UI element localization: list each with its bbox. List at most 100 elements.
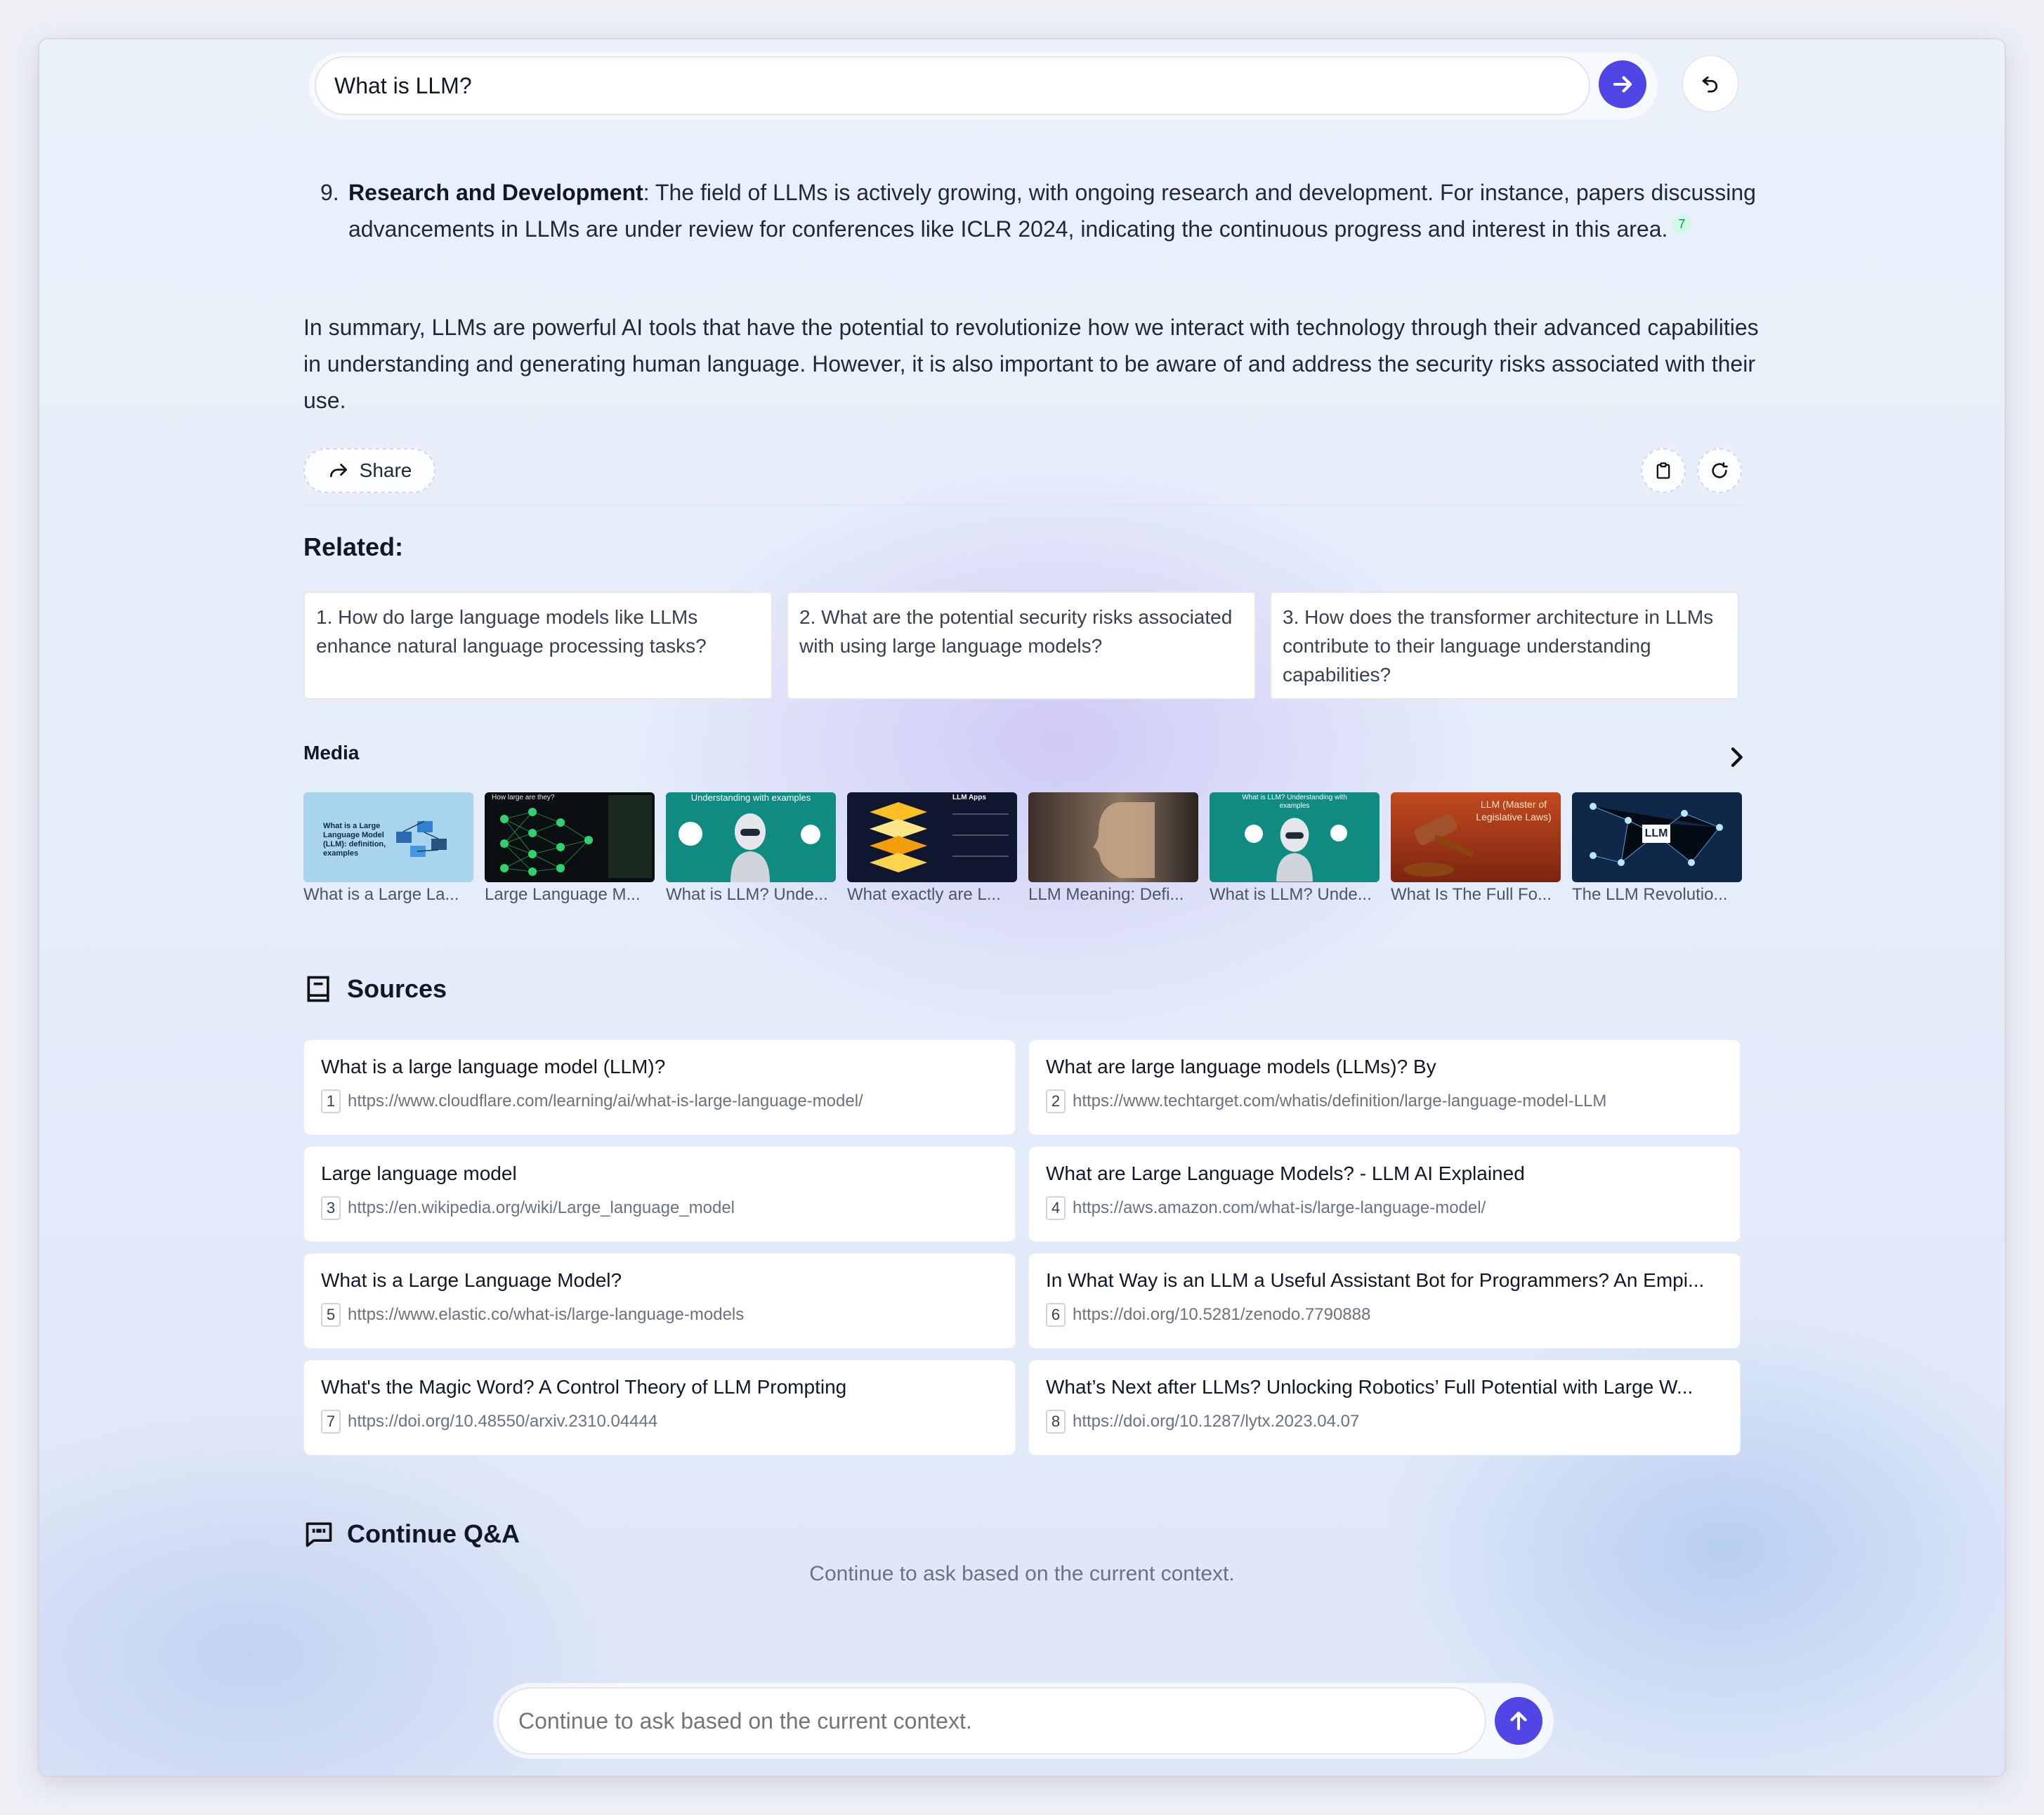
media-thumbnail[interactable]: LLM (Master of Legislative Laws) <box>1391 792 1561 882</box>
source-card-2[interactable]: What are large language models (LLMs)? B… <box>1028 1040 1741 1135</box>
media-thumbnail[interactable]: How large are they? <box>485 792 655 882</box>
reset-button[interactable] <box>1682 55 1739 112</box>
source-card-5[interactable]: What is a Large Language Model? 5 https:/… <box>303 1253 1016 1349</box>
source-url[interactable]: https://doi.org/10.5281/zenodo.7790888 <box>1073 1305 1370 1325</box>
neural-network-icon <box>500 808 593 876</box>
media-next-button[interactable] <box>1722 743 1750 771</box>
source-number: 1 <box>321 1089 341 1113</box>
media-item[interactable]: Understanding with examples What is LLM?… <box>666 792 836 905</box>
source-url[interactable]: https://www.elastic.co/what-is/large-lan… <box>348 1305 744 1325</box>
source-card-6[interactable]: In What Way is an LLM a Useful Assistant… <box>1028 1253 1741 1349</box>
list-item-heading: Research and Development <box>348 180 643 205</box>
thumb-text: What is LLM? Understanding with examples <box>1242 794 1347 810</box>
clipboard-icon <box>1656 462 1670 479</box>
media-caption: What is LLM? Unde... <box>1210 885 1372 904</box>
media-item[interactable]: How large are they? Large Language M... <box>485 792 655 905</box>
source-title: What are large language models (LLMs)? B… <box>1046 1056 1436 1077</box>
source-url[interactable]: https://www.cloudflare.com/learning/ai/w… <box>348 1092 863 1111</box>
media-item[interactable]: What is a Large Language Model (LLM): de… <box>303 792 473 905</box>
source-url[interactable]: https://en.wikipedia.org/wiki/Large_lang… <box>348 1198 735 1218</box>
robot-icon <box>1276 818 1313 882</box>
copy-button[interactable] <box>1641 448 1686 493</box>
app-window: What is LLM? 9. Research and Development… <box>39 39 2005 1776</box>
media-item[interactable]: What is LLM? Understanding with examples… <box>1210 792 1380 905</box>
source-url[interactable]: https://doi.org/10.48550/arxiv.2310.0444… <box>348 1412 657 1431</box>
source-title: What’s Next after LLMs? Unlocking Roboti… <box>1046 1376 1693 1398</box>
sources-title: Sources <box>347 974 447 1003</box>
thumb-text: LLM Apps <box>952 794 986 801</box>
citation-badge[interactable]: 7 <box>1672 214 1692 235</box>
thumb-text: Understanding with examples <box>690 792 811 803</box>
media-thumbnail[interactable]: LLM Apps <box>847 792 1017 882</box>
media-thumbnail[interactable]: What is a Large Language Model (LLM): de… <box>303 792 473 882</box>
share-button[interactable]: Share <box>303 448 435 493</box>
continue-hint-text: Continue to ask based on the current con… <box>809 1562 1235 1585</box>
answer-summary: In summary, LLMs are powerful AI tools t… <box>303 315 1759 413</box>
share-label: Share <box>359 459 412 481</box>
source-number: 7 <box>321 1410 341 1434</box>
media-item[interactable]: LLM (Master of Legislative Laws) What Is… <box>1391 792 1561 905</box>
source-title: Large language model <box>321 1162 517 1184</box>
media-item[interactable]: LLM Meaning: Defi... <box>1028 792 1198 905</box>
list-item-number: 9. <box>320 180 339 205</box>
source-number: 4 <box>1046 1196 1066 1220</box>
search-input[interactable]: What is LLM? <box>315 56 1590 115</box>
media-caption: What is a Large La... <box>303 885 459 904</box>
refresh-icon <box>1712 462 1728 478</box>
media-caption: What Is The Full Fo... <box>1391 885 1552 904</box>
media-thumbnail[interactable] <box>1028 792 1198 882</box>
continue-qa-title: Continue Q&A <box>347 1519 520 1548</box>
source-title: What is a large language model (LLM)? <box>321 1056 666 1077</box>
source-card-8[interactable]: What’s Next after LLMs? Unlocking Roboti… <box>1028 1360 1741 1455</box>
face-profile-icon <box>1093 802 1155 878</box>
regenerate-button[interactable] <box>1697 448 1742 493</box>
quote-chat-icon <box>306 1522 332 1547</box>
source-url[interactable]: https://aws.amazon.com/what-is/large-lan… <box>1073 1198 1486 1218</box>
source-card-1[interactable]: What is a large language model (LLM)? 1h… <box>303 1040 1016 1135</box>
related-question-2[interactable]: 2. What are the potential security risks… <box>787 591 1256 700</box>
media-caption: Large Language M... <box>485 885 641 904</box>
source-card-3[interactable]: Large language model 3 https://en.wikiped… <box>303 1146 1016 1242</box>
source-title: In What Way is an LLM a Useful Assistant… <box>1046 1269 1705 1291</box>
send-followup-button[interactable] <box>1495 1697 1542 1745</box>
media-caption: LLM Meaning: Defi... <box>1028 885 1184 904</box>
media-caption: What is LLM? Unde... <box>666 885 828 904</box>
media-thumbnail[interactable]: Understanding with examples <box>666 792 836 882</box>
answer-list-item: Research and Development: The field of L… <box>348 174 1767 247</box>
related-question-3[interactable]: 3. How does the transformer architecture… <box>1270 591 1739 700</box>
book-icon <box>307 976 329 1002</box>
media-thumbnail[interactable]: What is LLM? Understanding with examples <box>1210 792 1380 882</box>
followup-input[interactable] <box>497 1687 1486 1755</box>
submit-search-button[interactable] <box>1599 60 1646 108</box>
thumb-text: What is a Large Language Model (LLM): de… <box>323 822 386 858</box>
media-caption: What exactly are L... <box>847 885 1001 904</box>
undo-icon <box>1702 76 1718 93</box>
arrow-up-icon <box>1510 1711 1527 1731</box>
source-title: What is a Large Language Model? <box>321 1269 622 1291</box>
source-card-7[interactable]: What's the Magic Word? A Control Theory … <box>303 1360 1016 1455</box>
source-number: 6 <box>1046 1303 1066 1327</box>
media-heading: Media <box>303 742 360 764</box>
media-item[interactable]: LLM Apps What exactly are L... <box>847 792 1017 905</box>
source-number: 2 <box>1046 1089 1066 1113</box>
chevron-right-icon <box>1731 747 1743 767</box>
source-card-4[interactable]: What are Large Language Models? - LLM AI… <box>1028 1146 1741 1242</box>
divider <box>303 504 1741 506</box>
media-thumbnail[interactable]: LLM <box>1572 792 1742 882</box>
thumb-text: How large are they? <box>492 794 555 801</box>
related-question-1[interactable]: 1. How do large language models like LLM… <box>303 591 773 700</box>
continue-qa-heading: Continue Q&A <box>303 1519 520 1549</box>
related-heading: Related: <box>303 532 404 561</box>
gavel-icon <box>1403 814 1474 877</box>
source-number: 8 <box>1046 1410 1066 1434</box>
stack-layers-icon <box>870 802 927 872</box>
media-item[interactable]: LLM The LLM Revolutio... <box>1572 792 1742 905</box>
source-url[interactable]: https://www.techtarget.com/whatis/defini… <box>1073 1092 1606 1111</box>
source-number: 3 <box>321 1196 341 1220</box>
source-title: What's the Magic Word? A Control Theory … <box>321 1376 847 1398</box>
share-icon <box>329 463 347 478</box>
network-illustration-icon <box>396 820 447 857</box>
sources-heading: Sources <box>303 974 447 1004</box>
source-url[interactable]: https://doi.org/10.1287/lytx.2023.04.07 <box>1073 1412 1359 1431</box>
thumb-text: LLM <box>1644 827 1668 839</box>
